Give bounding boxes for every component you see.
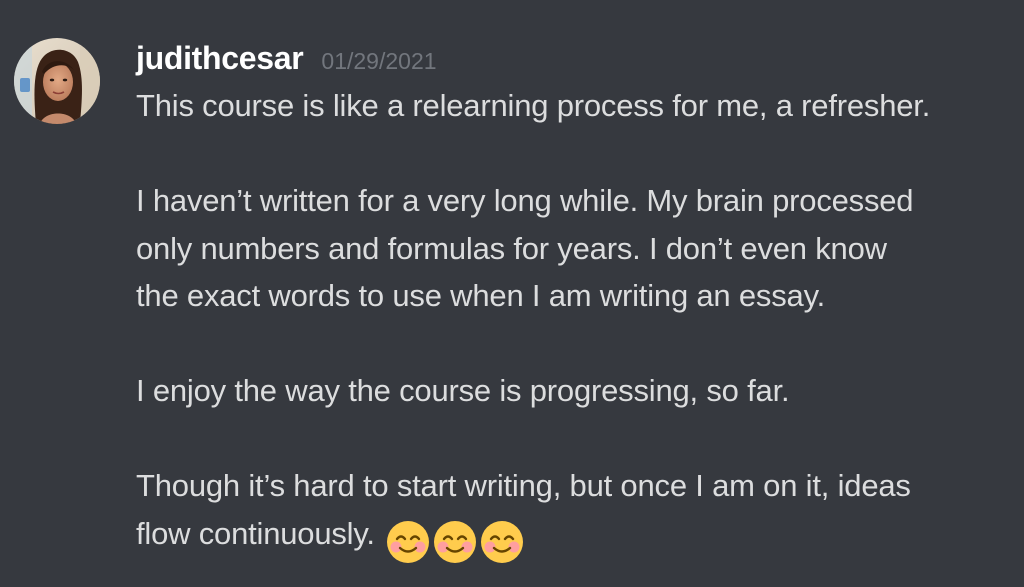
message-line: I enjoy the way the course is progressin…: [136, 373, 790, 408]
message-paragraph: This course is like a relearning process…: [136, 82, 1006, 130]
message-line: only numbers and formulas for years. I d…: [136, 230, 887, 266]
message-header: judithcesar 01/29/2021: [136, 36, 437, 80]
smiling-face-with-smiling-eyes-icon[interactable]: [432, 519, 478, 565]
message-paragraph: I haven’t written for a very long while.…: [136, 177, 1006, 320]
message-line-with-emoji: flow continuously.: [136, 510, 1006, 567]
timestamp[interactable]: 01/29/2021: [321, 39, 436, 83]
emoji-group: [385, 519, 526, 567]
message-line: I haven’t written for a very long while.…: [136, 183, 914, 218]
message-paragraph: Though it’s hard to start writing, but o…: [136, 462, 1006, 566]
message-line: Though it’s hard to start writing, but o…: [136, 468, 911, 503]
username[interactable]: judithcesar: [136, 36, 304, 80]
message-line: the exact words to use when I am writing…: [136, 278, 825, 313]
smiling-face-with-smiling-eyes-icon[interactable]: [385, 519, 431, 565]
message-content: This course is like a relearning process…: [136, 82, 1006, 566]
smiling-face-with-smiling-eyes-icon[interactable]: [479, 519, 525, 565]
message-line: This course is like a relearning process…: [136, 88, 931, 123]
avatar[interactable]: [14, 38, 100, 124]
message-paragraph: I enjoy the way the course is progressin…: [136, 367, 1006, 415]
user-avatar-icon: [14, 38, 100, 124]
chat-message: judithcesar 01/29/2021 This course is li…: [0, 0, 1024, 587]
message-line-text: flow continuously.: [136, 515, 375, 551]
